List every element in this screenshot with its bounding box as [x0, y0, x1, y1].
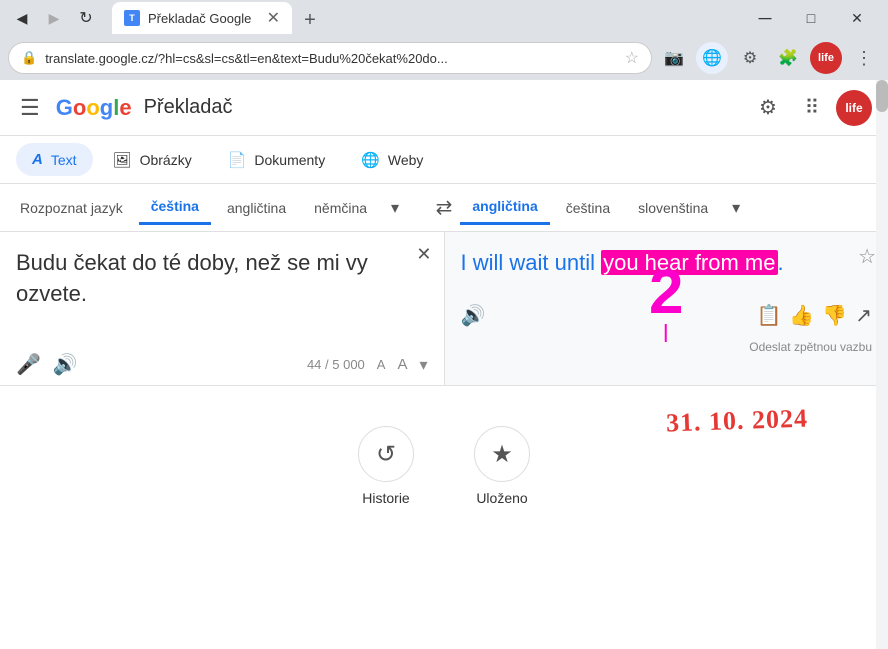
app-grid-icon[interactable]: ⠿: [792, 88, 832, 128]
lock-icon: 🔒: [21, 50, 37, 66]
settings-icon[interactable]: ⚙: [734, 42, 766, 74]
output-speaker-icon[interactable]: 🔊: [461, 303, 486, 328]
output-text-after: .: [778, 250, 784, 275]
annotation-line: [665, 324, 667, 342]
tab-title: Překladač Google: [148, 11, 251, 26]
lang-de-src[interactable]: němčina: [302, 192, 379, 224]
address-text: translate.google.cz/?hl=cs&sl=cs&tl=en&t…: [45, 51, 616, 66]
output-text-before: I will wait until: [461, 250, 602, 275]
char-count: 44 / 5 000: [307, 357, 365, 372]
lang-cs-tgt[interactable]: čeština: [554, 192, 622, 224]
life-profile-btn[interactable]: life: [810, 42, 842, 74]
google-logo: Google: [56, 95, 132, 121]
browser-back-btn[interactable]: ◀: [8, 4, 36, 32]
date-annotation: 31. 10. 2024: [666, 404, 809, 439]
annotation-number: 2: [649, 262, 683, 342]
translation-panels: Budu čekat do té doby, než se mi vy ozve…: [0, 232, 888, 386]
tab-images[interactable]: 🖼 Obrázky: [97, 143, 208, 177]
font-size-increase[interactable]: A: [397, 356, 407, 373]
bottom-icons: ↺ Historie ★ Uloženo: [358, 426, 530, 506]
tab-documents[interactable]: 📄 Dokumenty: [212, 143, 342, 177]
tab-websites-icon: 🌐: [361, 151, 380, 169]
translate-icon[interactable]: 🌐: [696, 42, 728, 74]
history-icon-circle: ↺: [358, 426, 414, 482]
lang-en-src[interactable]: angličtina: [215, 192, 298, 224]
saved-icon-circle: ★: [474, 426, 530, 482]
tab-documents-icon: 📄: [228, 151, 247, 169]
copy-icon[interactable]: 📋: [757, 303, 782, 328]
app-name: Překladač: [144, 96, 233, 119]
tab-text-icon: A: [32, 151, 43, 168]
saved-item[interactable]: ★ Uloženo: [474, 426, 530, 506]
bottom-area: 31. 10. 2024 ↺ Historie ★ Uloženo: [0, 386, 888, 526]
camera-icon[interactable]: 📷: [658, 42, 690, 74]
tab-websites-label: Weby: [388, 152, 424, 168]
tab-images-icon: 🖼: [113, 151, 132, 169]
history-item[interactable]: ↺ Historie: [358, 426, 414, 506]
history-label: Historie: [362, 490, 409, 506]
lang-swap-btn[interactable]: ⇄: [428, 187, 461, 228]
star-btn[interactable]: ☆: [858, 244, 876, 269]
win-restore-btn[interactable]: □: [788, 2, 834, 34]
win-close-btn[interactable]: ✕: [834, 2, 880, 34]
tab-close-btn[interactable]: ✕: [267, 8, 280, 28]
source-lang-more[interactable]: ▾: [383, 190, 407, 226]
thumbs-down-icon[interactable]: 👎: [822, 303, 847, 328]
browser-forward-btn[interactable]: ▶: [40, 4, 68, 32]
browser-menu-btn[interactable]: ⋮: [848, 42, 880, 74]
target-lang-more[interactable]: ▾: [724, 190, 748, 226]
tab-text-label: Text: [51, 152, 77, 168]
saved-label: Uloženo: [476, 490, 527, 506]
scrollbar-thumb[interactable]: [876, 80, 888, 112]
lang-auto[interactable]: Rozpoznat jazyk: [8, 192, 135, 224]
tab-text[interactable]: A Text: [16, 143, 93, 176]
scrollbar-track: [876, 80, 888, 649]
app-settings-icon[interactable]: ⚙: [748, 88, 788, 128]
win-minimize-btn[interactable]: ─: [742, 2, 788, 34]
lang-en-tgt[interactable]: angličtina: [460, 190, 549, 225]
output-panel: I will wait until you hear from me. 2 ☆ …: [445, 232, 888, 385]
address-bar[interactable]: 🔒 translate.google.cz/?hl=cs&sl=cs&tl=en…: [8, 42, 652, 74]
browser-tab[interactable]: T Překladač Google ✕: [112, 2, 292, 34]
bookmark-icon[interactable]: ☆: [625, 48, 639, 68]
tab-favicon: T: [124, 10, 140, 26]
lang-sk-tgt[interactable]: slovenština: [626, 192, 720, 224]
font-size-decrease[interactable]: A: [377, 357, 386, 372]
tab-images-label: Obrázky: [140, 152, 192, 168]
speaker-icon[interactable]: 🔊: [53, 352, 78, 377]
extensions-icon[interactable]: 🧩: [772, 42, 804, 74]
new-tab-btn[interactable]: +: [296, 6, 324, 34]
browser-refresh-btn[interactable]: ↻: [72, 4, 100, 32]
clear-btn[interactable]: ✕: [416, 244, 431, 265]
lang-selectors-row: Rozpoznat jazyk čeština angličtina němči…: [0, 184, 888, 232]
hamburger-menu[interactable]: ☰: [16, 91, 44, 125]
tab-websites[interactable]: 🌐 Weby: [345, 143, 439, 177]
tab-documents-label: Dokumenty: [254, 152, 325, 168]
input-panel: Budu čekat do té doby, než se mi vy ozve…: [0, 232, 445, 385]
app-header: ☰ Google Překladač ⚙ ⠿ life: [0, 80, 888, 136]
win-controls: ─ □ ✕: [742, 2, 880, 34]
source-lang-selector: Rozpoznat jazyk čeština angličtina němči…: [8, 190, 428, 226]
more-options-icon[interactable]: ▾: [419, 355, 427, 375]
feedback-link[interactable]: Odeslat zpětnou vazbu: [749, 340, 872, 354]
thumbs-up-icon[interactable]: 👍: [789, 303, 814, 328]
lang-cs[interactable]: čeština: [139, 190, 211, 225]
target-lang-selector: angličtina čeština slovenština ▾: [460, 190, 880, 226]
output-highlight: you hear from me: [601, 250, 777, 275]
app-profile-btn[interactable]: life: [836, 90, 872, 126]
input-text[interactable]: Budu čekat do té doby, než se mi vy ozve…: [16, 248, 404, 328]
share-icon[interactable]: ↗: [855, 303, 872, 328]
mic-icon[interactable]: 🎤: [16, 352, 41, 377]
input-footer: 🎤 🔊 44 / 5 000 A A ▾: [0, 344, 444, 385]
nav-tabs-bar: A Text 🖼 Obrázky 📄 Dokumenty 🌐 Weby: [0, 136, 888, 184]
